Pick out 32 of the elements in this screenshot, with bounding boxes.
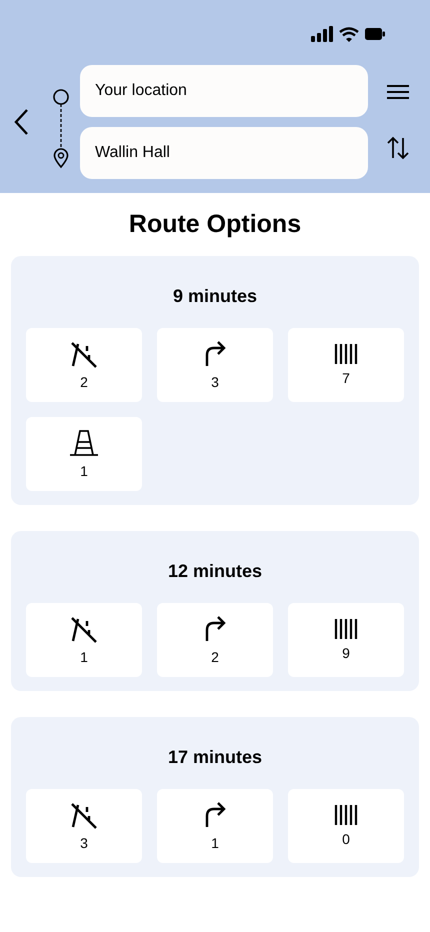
- crosswalk-icon: [334, 619, 358, 639]
- page-title: Route Options: [128, 209, 302, 240]
- destination-field[interactable]: Wallin Hall: [80, 127, 368, 179]
- count-label: 3: [80, 835, 88, 851]
- crosswalk-icon: [334, 805, 358, 825]
- crosswalk-icon: [334, 344, 358, 364]
- count-label: 1: [80, 649, 88, 665]
- battery-icon: [365, 28, 385, 40]
- duration-label: 12 minutes: [166, 561, 264, 582]
- route-option-card[interactable]: 17 minutes 3 1 0: [11, 717, 419, 877]
- route-option-card[interactable]: 9 minutes 2 3 7 1: [11, 256, 419, 505]
- count-label: 1: [211, 835, 219, 851]
- crossed-road-icon: [69, 615, 99, 643]
- count-label: 2: [80, 374, 88, 390]
- crossed-road-icon: [69, 801, 99, 829]
- back-button[interactable]: [13, 108, 29, 136]
- signal-icon: [311, 26, 333, 42]
- swap-icon[interactable]: [387, 136, 409, 160]
- count-label: 2: [211, 649, 219, 665]
- duration-label: 17 minutes: [166, 747, 264, 768]
- wifi-icon: [339, 26, 359, 42]
- duration-label: 9 minutes: [172, 286, 258, 307]
- traffic-cone-icon: [69, 429, 99, 457]
- route-option-card[interactable]: 12 minutes 1 2 9: [11, 531, 419, 691]
- count-label: 7: [342, 370, 350, 386]
- menu-icon[interactable]: [387, 84, 409, 100]
- count-label: 0: [342, 831, 350, 847]
- count-label: 9: [342, 645, 350, 661]
- crossed-road-icon: [69, 340, 99, 368]
- origin-field[interactable]: Your location: [80, 65, 368, 117]
- count-label: 1: [80, 463, 88, 479]
- count-label: 3: [211, 374, 219, 390]
